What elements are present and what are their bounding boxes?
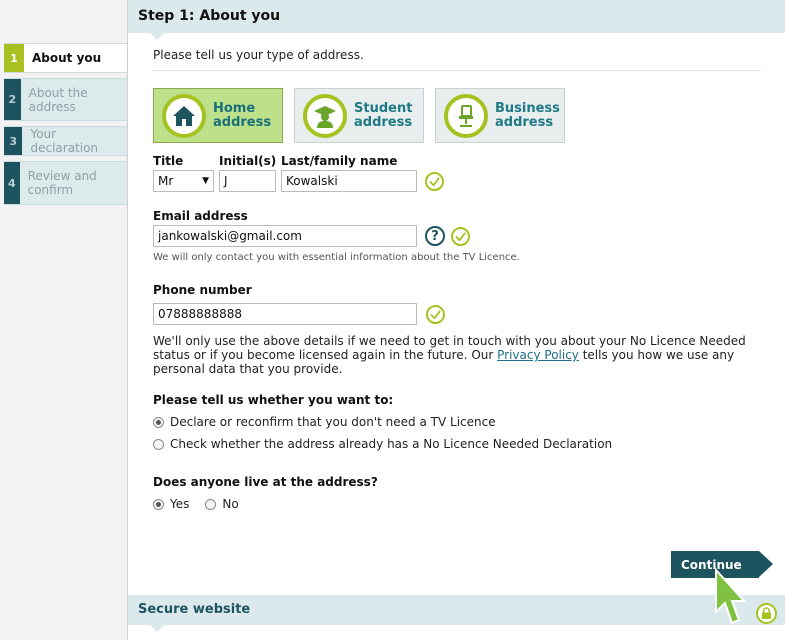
phone-field[interactable]: 07888888888	[153, 303, 417, 325]
radio-unselected[interactable]	[153, 438, 164, 450]
initials-label: Initial(s)	[219, 154, 277, 168]
secure-website-label: Secure website	[138, 602, 251, 617]
cursor-arrow-icon	[715, 568, 747, 625]
intent-question: Please tell us whether you want to:	[153, 393, 394, 407]
home-address-button[interactable]: Home address	[153, 88, 283, 143]
chevron-down-icon: ▼	[202, 176, 209, 186]
step-label: About the address	[28, 85, 88, 114]
occupancy-question: Does anyone live at the address?	[153, 475, 378, 489]
email-section: Email address jankowalski@gmail.com ? We…	[153, 209, 761, 263]
intent-section: Please tell us whether you want to: Decl…	[153, 393, 761, 451]
title-label: Title	[153, 154, 184, 168]
step-label: Your declaration	[30, 127, 99, 155]
check-icon	[426, 304, 445, 324]
address-type-label: Home address	[213, 100, 272, 130]
radio-unselected[interactable]	[205, 498, 217, 510]
lastname-field[interactable]: Kowalski	[281, 170, 417, 192]
business-address-button[interactable]: Business address	[435, 88, 565, 143]
sidebar-step-about-you[interactable]: 1 About you	[4, 43, 128, 73]
check-icon	[451, 226, 470, 246]
email-field[interactable]: jankowalski@gmail.com	[153, 225, 417, 247]
radio-selected[interactable]	[153, 498, 164, 510]
address-type-selector: Home address Student address Business addre…	[153, 88, 761, 143]
footer-notch	[150, 625, 164, 632]
occupancy-section: Does anyone live at the address? Yes No	[153, 475, 761, 511]
step-header: Step 1: About you	[128, 0, 785, 40]
address-type-label: Student address	[354, 100, 413, 130]
main-panel: Step 1: About you Please tell us your ty…	[127, 0, 785, 640]
step-label: Review and confirm	[27, 169, 97, 197]
sidebar-step-review: 4 Review and confirm	[4, 161, 128, 205]
declare-option[interactable]: Declare or reconfirm that you don't need…	[153, 415, 761, 429]
name-row: Title Mr ▼ Initial(s) J Last/family name…	[153, 154, 761, 192]
step-number: 4	[4, 162, 20, 204]
help-icon[interactable]: ?	[425, 226, 445, 246]
sidebar-step-about-address: 2 About the address	[4, 78, 128, 121]
check-option-label: Check whether the address already has a …	[170, 437, 613, 451]
no-label: No	[222, 497, 239, 511]
step-label: About you	[32, 51, 102, 65]
initials-field[interactable]: J	[219, 170, 276, 192]
step-sidebar: 1 About you 2 About the address 3 Your d…	[0, 0, 128, 640]
step-number: 2	[4, 79, 21, 120]
email-note: We will only contact you with essential …	[153, 252, 520, 263]
house-icon	[162, 93, 206, 138]
no-option[interactable]: No	[205, 497, 239, 511]
address-type-label: Business address	[495, 100, 560, 130]
title-select-value: Mr	[158, 174, 174, 188]
check-option[interactable]: Check whether the address already has a …	[153, 437, 761, 451]
secure-footer: Secure website	[128, 595, 785, 632]
step-number: 3	[4, 127, 23, 155]
email-label: Email address	[153, 209, 248, 223]
privacy-policy-link[interactable]: Privacy Policy	[497, 348, 579, 362]
form-content: Please tell us your type of address. Hom…	[153, 33, 761, 511]
lastname-label: Last/family name	[281, 154, 398, 168]
step-number: 1	[4, 44, 24, 72]
title-select[interactable]: Mr ▼	[153, 170, 214, 192]
yes-option[interactable]: Yes	[153, 497, 189, 511]
phone-label: Phone number	[153, 283, 252, 297]
phone-section: Phone number 07888888888 We'll only use …	[153, 283, 761, 376]
radio-selected[interactable]	[153, 416, 164, 428]
graduate-icon	[303, 93, 347, 138]
lock-icon	[756, 603, 777, 624]
phone-note: We'll only use the above details if we n…	[153, 334, 746, 376]
office-chair-icon	[444, 93, 488, 138]
page-title: Step 1: About you	[138, 8, 281, 24]
intro-text: Please tell us your type of address.	[153, 33, 761, 71]
yes-label: Yes	[170, 497, 190, 511]
check-icon	[425, 172, 444, 191]
sidebar-step-declaration: 3 Your declaration	[4, 126, 128, 156]
student-address-button[interactable]: Student address	[294, 88, 424, 143]
declare-option-label: Declare or reconfirm that you don't need…	[170, 415, 496, 429]
